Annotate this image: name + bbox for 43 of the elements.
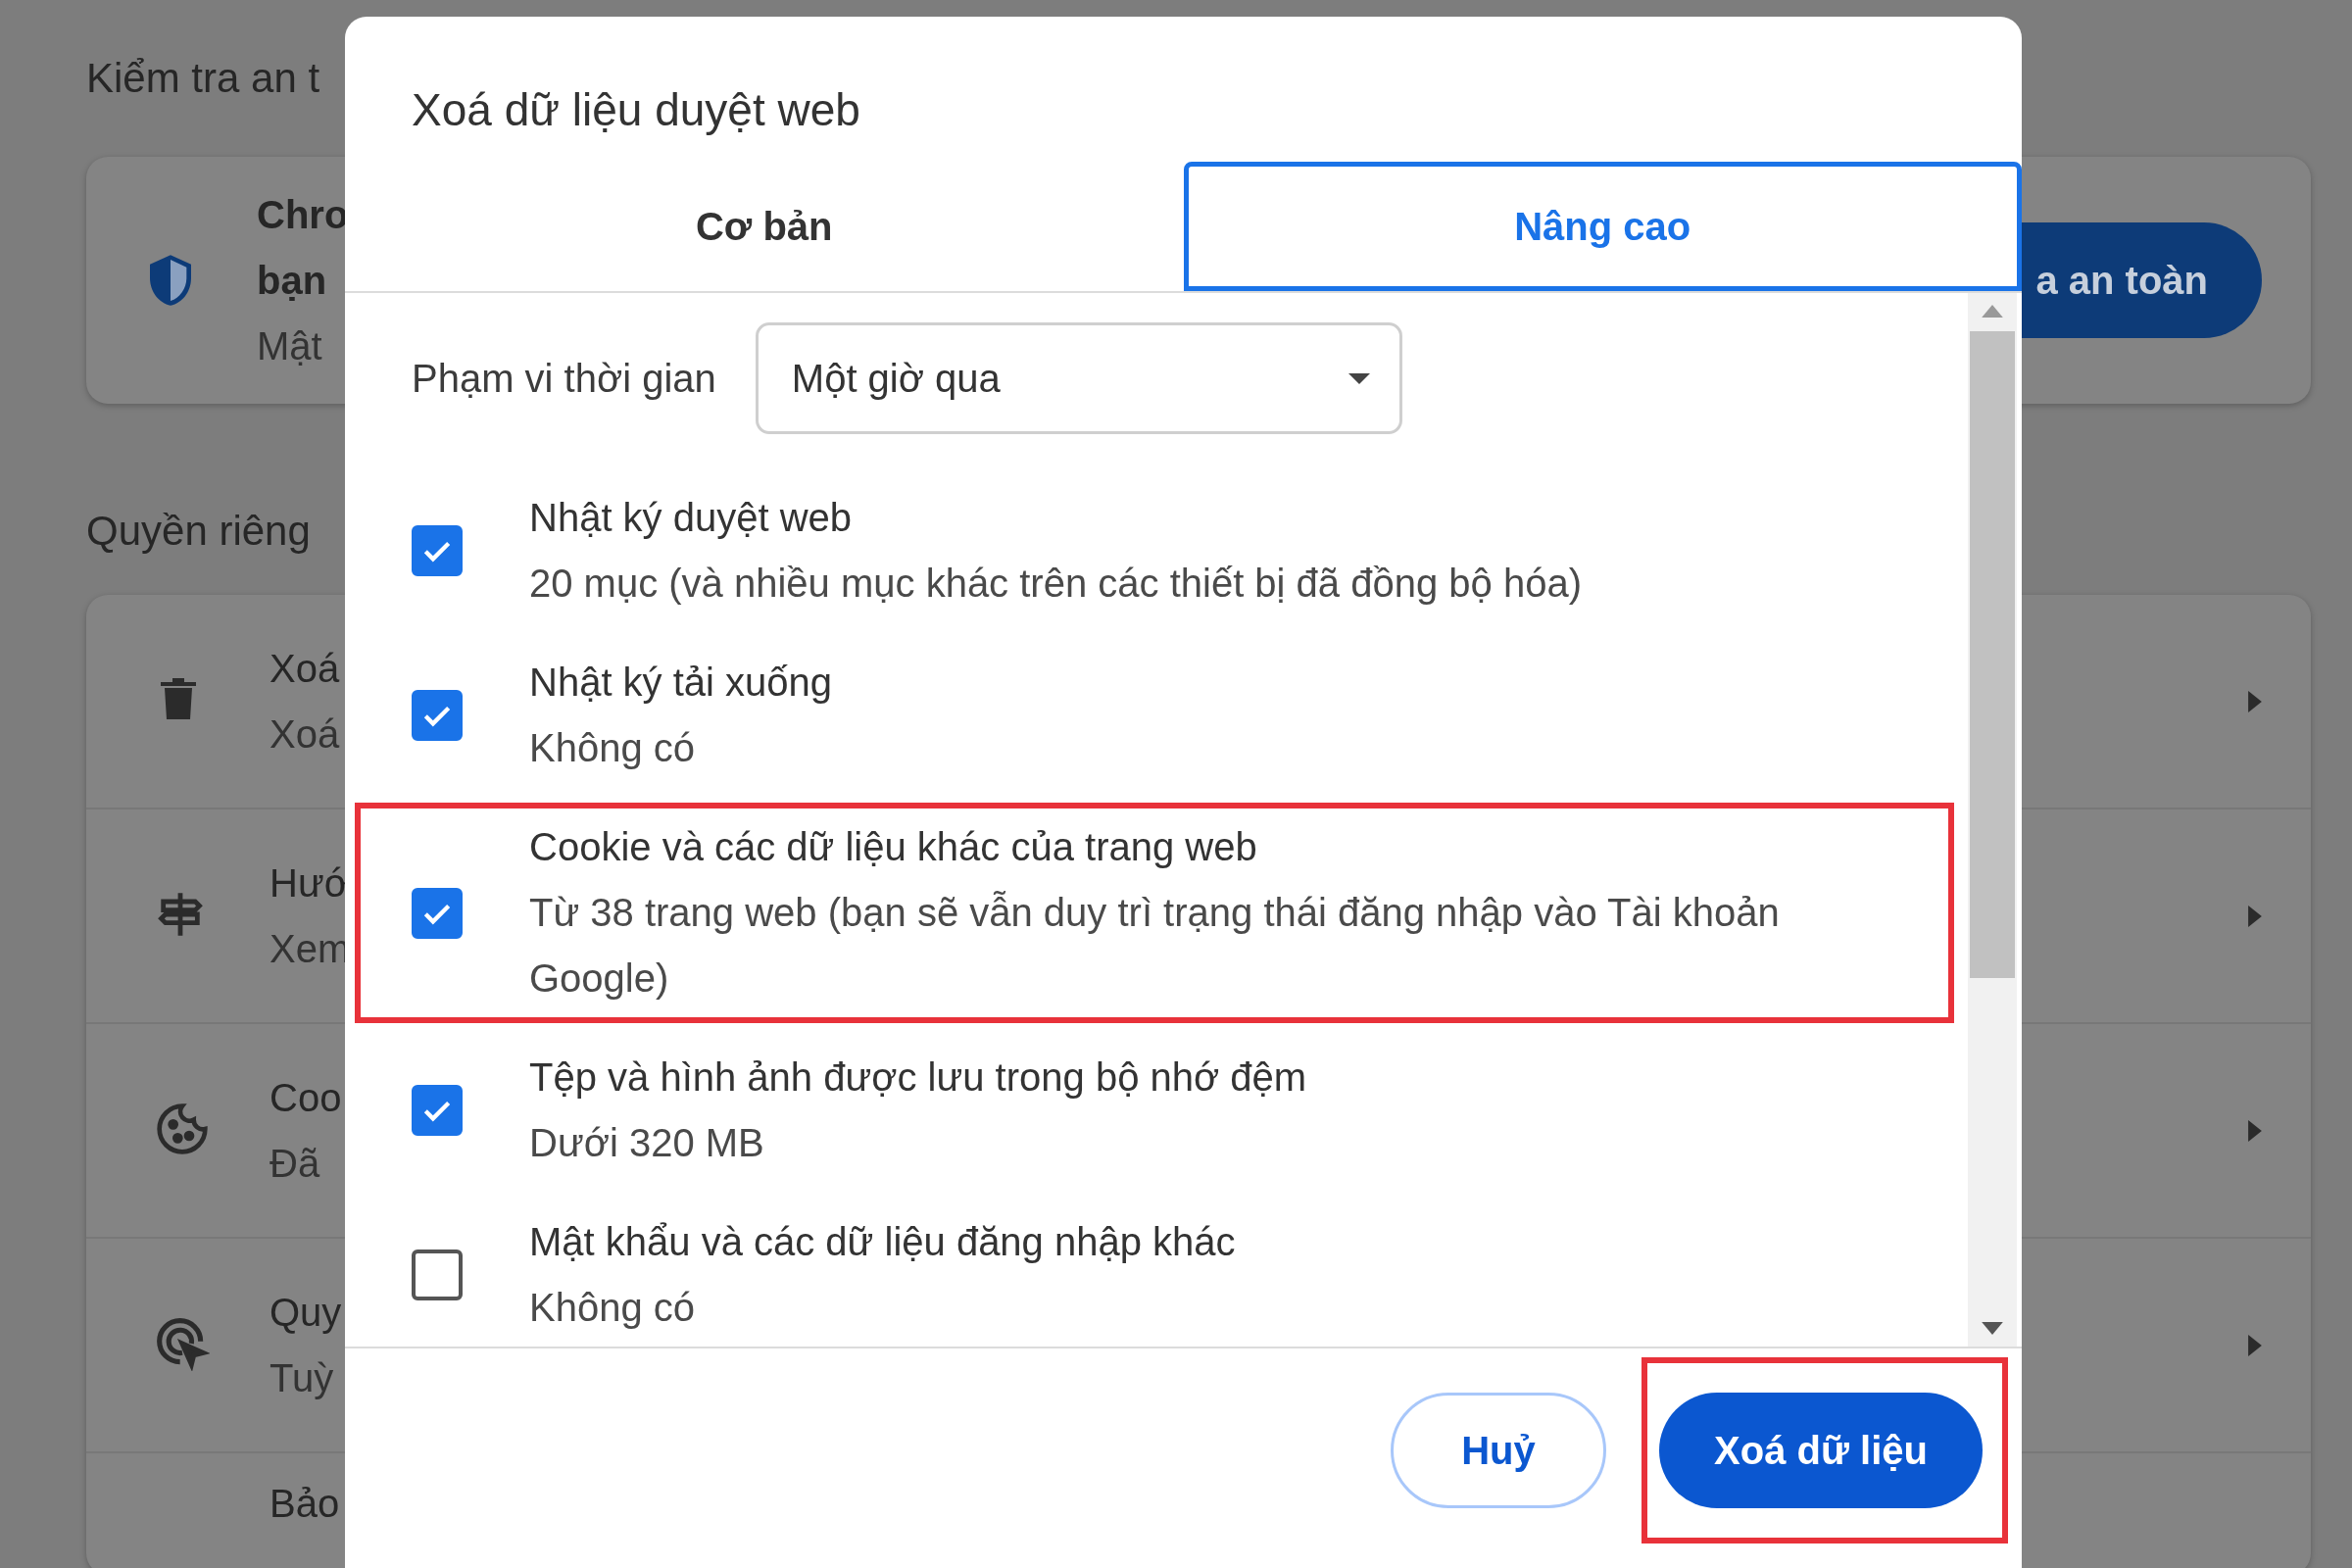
cursor-icon	[155, 1315, 210, 1371]
dialog-title: Xoá dữ liệu duyệt web	[411, 83, 861, 137]
tab[interactable]: Nâng cao	[1183, 162, 2022, 291]
caret-icon[interactable]	[2248, 905, 2262, 927]
option-title: Tệp và hình ảnh được lưu trong bộ nhớ đệm	[529, 1054, 1307, 1101]
caret-icon[interactable]	[2248, 1119, 2262, 1142]
row-subtitle: Đã	[270, 1140, 320, 1187]
option-detail: Không có	[529, 1285, 697, 1331]
option-detail: Từ 38 trang web (bạn sẽ vẫn duy trì trạng thái đăng nhập vào Tài khoản Google)	[529, 890, 1781, 1002]
option-detail: 20 mục (và nhiều mục khác trên các thiết bị đã đồng bộ hóa)	[529, 561, 1582, 607]
cancel-button[interactable]: Huỷ	[1391, 1393, 1606, 1508]
caret-icon[interactable]	[2248, 1334, 2262, 1356]
scrollbar[interactable]	[1968, 293, 2017, 1347]
section-heading: Quyền riêng	[86, 507, 311, 556]
checkbox[interactable]	[412, 1250, 463, 1300]
row-title: Coo	[270, 1074, 342, 1121]
time-range-dropdown[interactable]: Một giờ qua	[755, 322, 1402, 434]
checkbox[interactable]	[412, 525, 463, 576]
row-title: Quy	[270, 1289, 342, 1336]
option-title: Nhật ký tải xuống	[529, 660, 833, 706]
option-title: Cookie và các dữ liệu khác của trang web	[529, 824, 1258, 870]
checkbox[interactable]	[412, 887, 463, 939]
checkbox[interactable]	[412, 1085, 463, 1136]
row-subtitle: Xoá	[270, 710, 340, 758]
option-detail: Không có	[529, 725, 697, 771]
row-title: Xoá	[270, 645, 340, 692]
card-text: Mật	[257, 322, 322, 369]
option-title: Nhật ký duyệt web	[529, 495, 854, 541]
row-title: Hướ	[270, 859, 350, 906]
option-detail: Dưới 320 MB	[529, 1120, 765, 1166]
row-title: Bảo	[270, 1481, 340, 1527]
section-heading: Kiểm tra an t	[86, 54, 320, 103]
caret-icon[interactable]	[2248, 690, 2262, 712]
card-text: bạn	[257, 257, 327, 304]
checkbox[interactable]	[412, 690, 463, 741]
scroll-down-icon[interactable]	[1982, 1322, 2003, 1335]
cookie-icon	[155, 1101, 210, 1156]
option-title: Mật khẩu và các dữ liệu đăng nhập khác	[529, 1219, 1236, 1265]
caret-icon	[1348, 372, 1370, 384]
row-subtitle: Tuỳ	[270, 1354, 334, 1401]
time-range-label: Phạm vi thời gian	[412, 356, 716, 401]
scroll-up-icon[interactable]	[1982, 305, 2003, 318]
clear-data-button[interactable]: Xoá dữ liệu	[1659, 1393, 1983, 1508]
